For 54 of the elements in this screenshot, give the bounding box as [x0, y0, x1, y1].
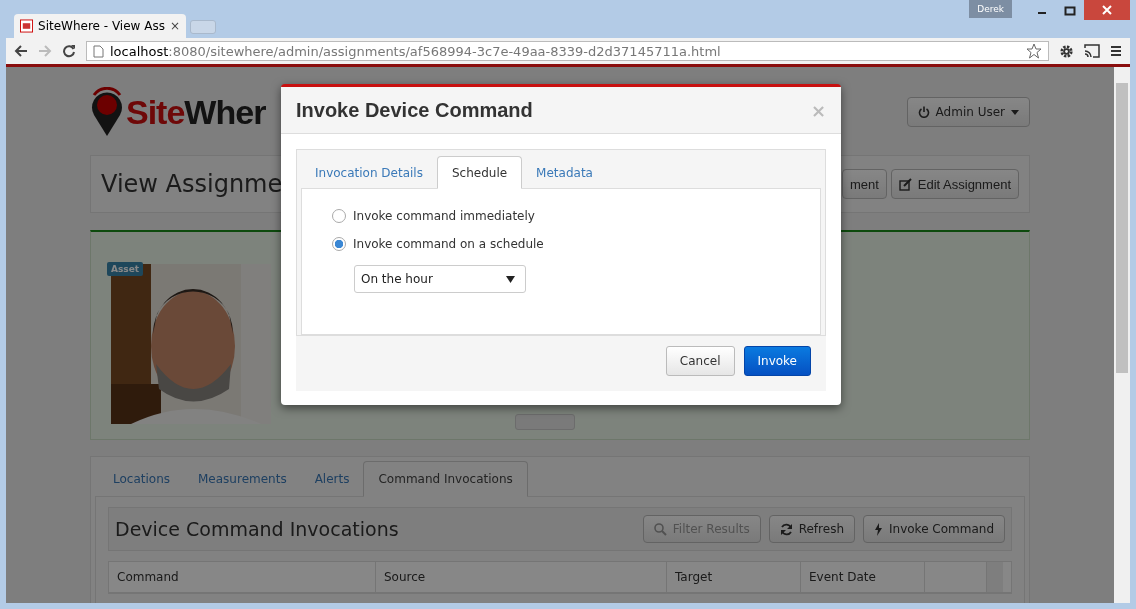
browser-tab[interactable]: SiteWhere - View Ass × — [14, 14, 186, 38]
user-menu-button[interactable]: Admin User — [906, 97, 1030, 127]
modal-title: Invoke Device Command — [296, 98, 533, 122]
star-icon[interactable] — [1026, 43, 1042, 59]
radio-label: Invoke command on a schedule — [353, 237, 544, 251]
schedule-dropdown[interactable]: On the hour — [354, 265, 526, 293]
logo-pin-icon — [90, 87, 124, 137]
lightning-icon — [874, 522, 883, 536]
search-icon — [653, 522, 667, 536]
dialog-tab[interactable]: Schedule — [436, 156, 523, 189]
edit-icon — [898, 177, 912, 191]
page-tab[interactable]: Alerts — [300, 462, 364, 496]
address-bar[interactable]: localhost:8080/sitewhere/admin/assignments/af568994-3c7e-49aa-8339-d2d37145711a.html — [86, 41, 1049, 61]
tab-title: SiteWhere - View Ass — [38, 19, 165, 33]
caret-icon — [1011, 109, 1019, 115]
close-icon — [1101, 5, 1113, 15]
site-favicon-icon — [20, 19, 33, 33]
radio-button[interactable] — [332, 209, 346, 223]
close-window-button[interactable] — [1084, 0, 1130, 20]
page-tab[interactable]: Measurements — [184, 462, 301, 496]
menu-icon[interactable] — [1110, 45, 1122, 57]
dialog-tab[interactable]: Metadata — [522, 157, 607, 188]
dialog-tab[interactable]: Invocation Details — [301, 157, 437, 188]
page-tab[interactable]: Locations — [99, 462, 184, 496]
url-text: localhost:8080/sitewhere/admin/assignments/af568994-3c7e-49aa-8339-d2d37145711a.html — [110, 43, 721, 59]
back-icon[interactable] — [14, 44, 28, 58]
radio-button[interactable] — [332, 237, 346, 251]
reload-icon[interactable] — [62, 44, 76, 58]
section-button[interactable]: Refresh — [768, 515, 855, 543]
page-title: View Assignme — [101, 170, 283, 198]
power-icon — [917, 106, 930, 118]
column-header[interactable]: Target — [667, 562, 801, 592]
section-title: Device Command Invocations — [115, 518, 399, 540]
page-icon — [93, 44, 104, 58]
refresh-icon — [779, 522, 793, 536]
column-header[interactable]: Event Date — [801, 562, 925, 592]
column-header[interactable]: Source — [376, 562, 667, 592]
assignment-button[interactable]: ment — [841, 169, 887, 199]
section-button[interactable]: Invoke Command — [863, 515, 1005, 543]
maximize-icon[interactable] — [1064, 6, 1076, 16]
assignment-button[interactable]: Edit Assignment — [890, 169, 1019, 199]
page-tab[interactable]: Command Invocations — [363, 461, 528, 497]
radio-label: Invoke command immediately — [353, 209, 535, 223]
cast-icon[interactable] — [1084, 44, 1100, 58]
caret-icon — [506, 275, 515, 283]
settings-icon[interactable] — [1059, 43, 1074, 59]
tab-close-button[interactable]: × — [169, 19, 180, 33]
scrollbar[interactable] — [1114, 67, 1130, 603]
logo-text: SiteWher — [126, 92, 266, 132]
user-badge: Derek — [969, 0, 1012, 18]
column-header[interactable]: Command — [109, 562, 376, 592]
asset-badge: Asset — [107, 262, 144, 276]
invoke-button[interactable]: Invoke — [743, 346, 811, 376]
cancel-button[interactable]: Cancel — [665, 346, 735, 376]
